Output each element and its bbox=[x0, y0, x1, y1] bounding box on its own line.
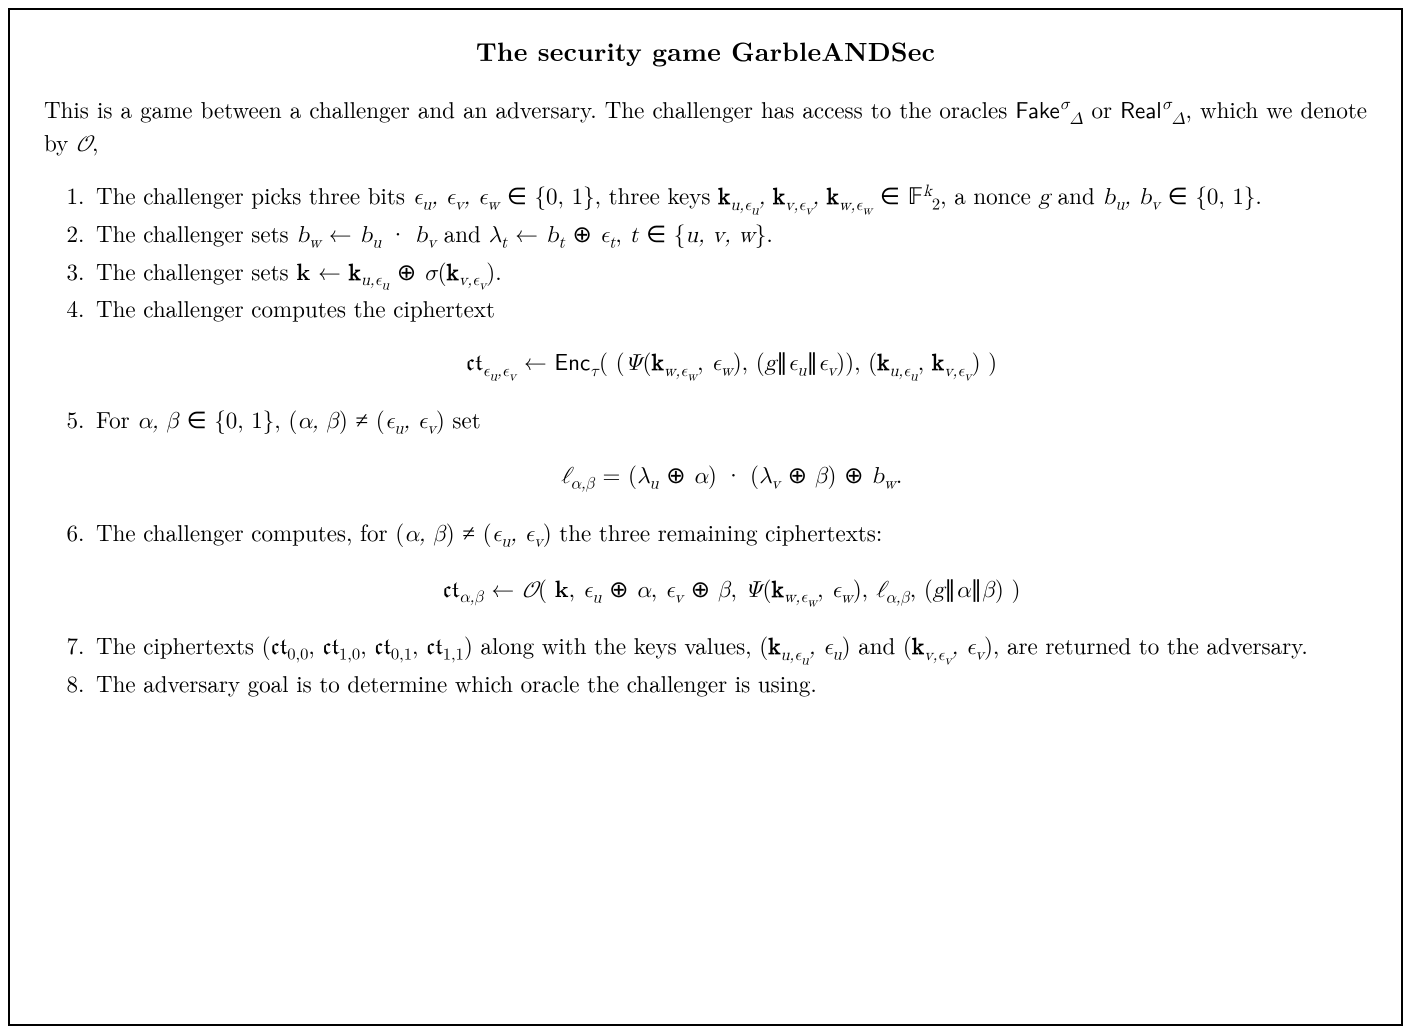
text: The challenger computes the ciphertext bbox=[96, 291, 495, 324]
text: ∈ { bbox=[638, 216, 685, 249]
text: The challenger picks three bits bbox=[96, 178, 413, 211]
step-6: The challenger computes, for (α, β) ≠ (ϵ… bbox=[92, 516, 1367, 607]
text: · bbox=[381, 216, 414, 249]
text: , bbox=[615, 216, 629, 249]
text: ∈ {0, 1}, three keys bbox=[499, 178, 718, 211]
intro-paragraph: This is a game between a challenger and … bbox=[44, 93, 1367, 161]
text: ⊕ bbox=[389, 254, 424, 287]
text: This is a game between a challenger and … bbox=[44, 92, 1015, 125]
text: ) along with the keys values, ( bbox=[464, 628, 768, 661]
text: ) and ( bbox=[842, 628, 912, 661]
text: ) the three remaining ciphertexts: bbox=[543, 515, 883, 548]
text: For bbox=[96, 402, 137, 435]
equation-ct-epsilon: 𝔠𝔱ϵu,ϵv ← Encτ( (Ψ(kw,ϵw, ϵw), (g∥ϵu∥ϵv)… bbox=[96, 345, 1367, 381]
text: ) ≠ ( bbox=[339, 402, 385, 435]
definition-box: The security game GarbleANDSec This is a… bbox=[8, 8, 1403, 1026]
text: ), are returned to the adversary. bbox=[984, 628, 1308, 661]
text: , a nonce bbox=[940, 178, 1038, 211]
text: ∈ {0, 1}, ( bbox=[179, 402, 297, 435]
text: The challenger sets bbox=[96, 254, 296, 287]
equation-ct-alpha-beta: 𝔠𝔱α,β ← 𝒪( k, ϵu ⊕ α, ϵv ⊕ β, Ψ(kw,ϵw, ϵ… bbox=[96, 572, 1367, 608]
text: or bbox=[1083, 92, 1120, 125]
field-symbol: 𝔽 bbox=[908, 184, 924, 209]
text: ) ≠ ( bbox=[446, 515, 492, 548]
text: ). bbox=[486, 254, 501, 287]
text: The ciphertexts ( bbox=[96, 628, 271, 661]
text: ← bbox=[321, 216, 359, 249]
step-7: The ciphertexts (𝔠𝔱0,0, 𝔠𝔱1,0, 𝔠𝔱0,1, 𝔠𝔱… bbox=[92, 629, 1367, 665]
text: and bbox=[1050, 178, 1102, 211]
step-3: The challenger sets k ← ku,ϵu ⊕ σ(kv,ϵv)… bbox=[92, 255, 1367, 291]
step-1: The challenger picks three bits ϵu, ϵv, … bbox=[92, 179, 1367, 215]
text: The challenger sets bbox=[96, 216, 296, 249]
text: ∈ bbox=[872, 178, 907, 211]
text: and bbox=[436, 216, 488, 249]
text: ( bbox=[438, 254, 447, 287]
oracle-symbol: 𝒪 bbox=[76, 133, 92, 156]
text: }. bbox=[755, 216, 773, 249]
step-5: For α, β ∈ {0, 1}, (α, β) ≠ (ϵu, ϵv) set… bbox=[92, 403, 1367, 494]
text: ← bbox=[507, 216, 545, 249]
text: ← bbox=[310, 254, 348, 287]
box-title: The security game GarbleANDSec bbox=[44, 32, 1367, 69]
oracle-real: RealσΔ bbox=[1120, 92, 1185, 126]
oracle-fake: FakeσΔ bbox=[1015, 92, 1083, 126]
text: The adversary goal is to determine which… bbox=[96, 666, 817, 699]
text: ) set bbox=[436, 402, 481, 435]
step-list: The challenger picks three bits ϵu, ϵv, … bbox=[44, 179, 1367, 699]
step-2: The challenger sets bw ← bu · bv and λt … bbox=[92, 217, 1367, 253]
text: ⊕ bbox=[565, 216, 600, 249]
text: The challenger computes, for ( bbox=[96, 515, 404, 548]
text: ∈ {0, 1}. bbox=[1160, 178, 1262, 211]
step-4: The challenger computes the ciphertext 𝔠… bbox=[92, 292, 1367, 380]
step-8: The adversary goal is to determine which… bbox=[92, 667, 1367, 700]
text: , bbox=[92, 125, 98, 158]
equation-ell: ℓα,β = (λu ⊕ α) · (λv ⊕ β) ⊕ bw. bbox=[96, 458, 1367, 494]
